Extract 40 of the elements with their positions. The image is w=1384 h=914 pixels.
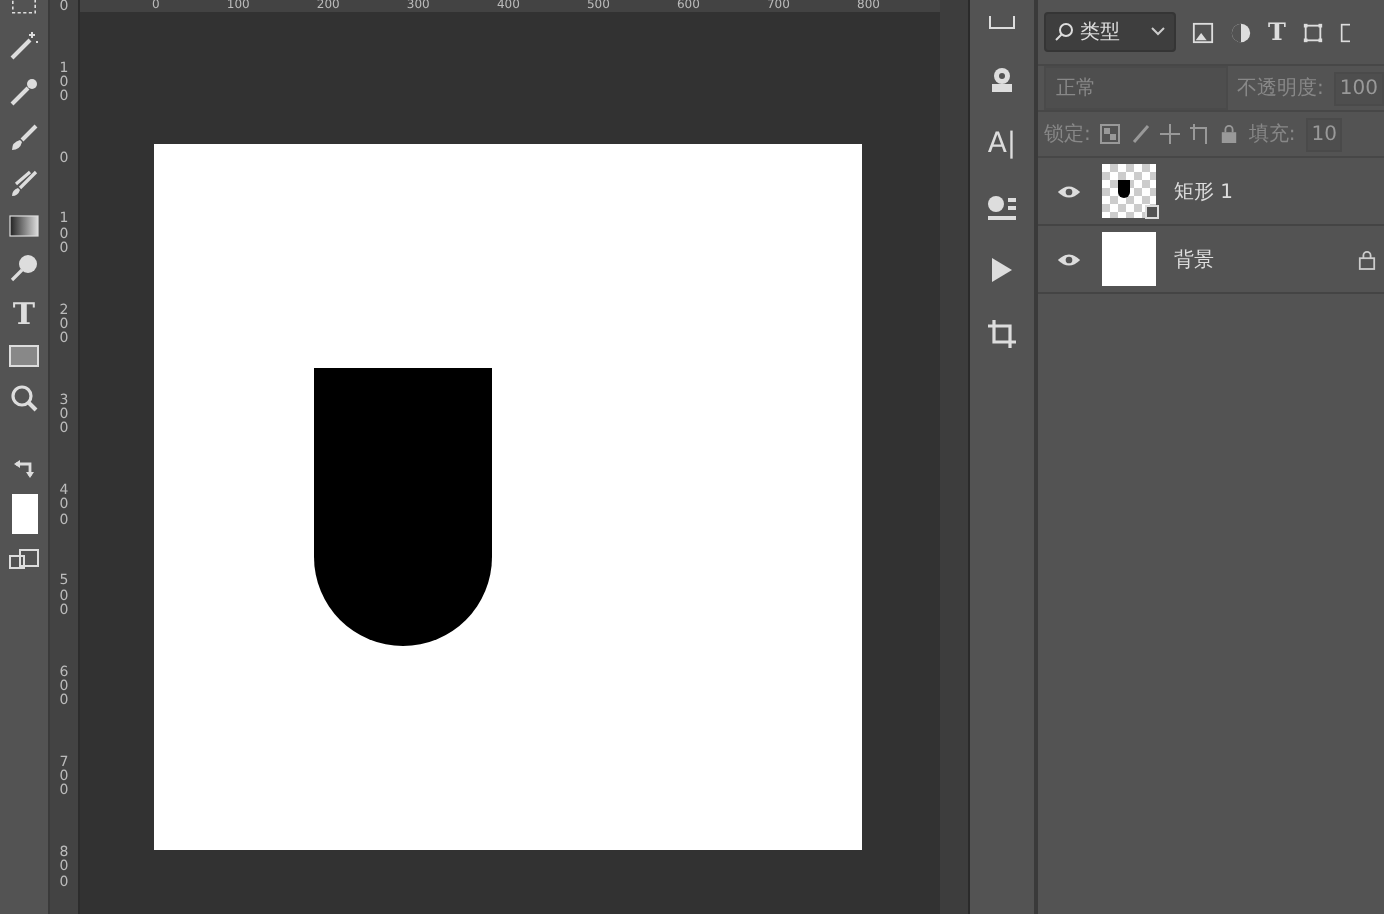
stamp-icon[interactable] — [988, 66, 1016, 94]
brush-icon[interactable] — [1130, 124, 1151, 144]
type-tool[interactable]: T — [12, 298, 36, 330]
magic-wand-icon[interactable] — [8, 30, 40, 62]
checkerboard-icon[interactable] — [1100, 124, 1121, 144]
caret-icon — [1150, 26, 1166, 38]
panel-icon[interactable] — [986, 16, 1018, 32]
gradient-icon[interactable] — [8, 214, 40, 238]
mixer-brush-icon[interactable] — [8, 168, 40, 200]
smart-object-filter-icon[interactable] — [1339, 21, 1350, 43]
dodge-icon[interactable] — [8, 252, 40, 284]
artboard-icon[interactable] — [1190, 124, 1211, 144]
eye-icon[interactable] — [1056, 183, 1082, 199]
swap-colors-icon[interactable] — [12, 456, 36, 480]
layer-comps-icon[interactable] — [986, 194, 1018, 222]
eyedropper-icon[interactable] — [8, 76, 40, 108]
character-panel-button[interactable]: A| — [987, 128, 1017, 160]
image-filter-icon[interactable] — [1192, 21, 1214, 43]
search-icon — [1054, 22, 1074, 42]
adjustment-filter-icon[interactable] — [1230, 21, 1252, 43]
crop-icon[interactable] — [986, 318, 1018, 350]
layer-name: 背景 — [1174, 247, 1216, 273]
filter-dropdown[interactable]: 类型 — [1044, 12, 1176, 52]
layer-thumbnail — [1102, 232, 1156, 286]
shape-layer-thumbnail — [1102, 164, 1156, 218]
rectangle-tool-icon[interactable] — [8, 344, 40, 368]
zoom-icon[interactable] — [8, 382, 40, 414]
layer-row[interactable]: 背景 — [1038, 226, 1384, 294]
layer-name: 矩形 1 — [1174, 179, 1236, 205]
screen-mode-icon[interactable] — [8, 548, 40, 572]
layer-row[interactable]: 矩形 1 — [1038, 158, 1384, 226]
lock-icon[interactable] — [1220, 124, 1239, 144]
brush-icon[interactable] — [8, 122, 40, 154]
move-icon[interactable] — [1160, 124, 1181, 144]
eye-icon[interactable] — [1056, 251, 1082, 267]
play-icon[interactable] — [990, 256, 1014, 284]
marquee-icon[interactable] — [8, 0, 40, 16]
shape-filter-icon[interactable] — [1301, 21, 1324, 43]
foreground-color-swatch[interactable] — [11, 494, 37, 534]
type-filter[interactable]: T — [1268, 20, 1286, 44]
